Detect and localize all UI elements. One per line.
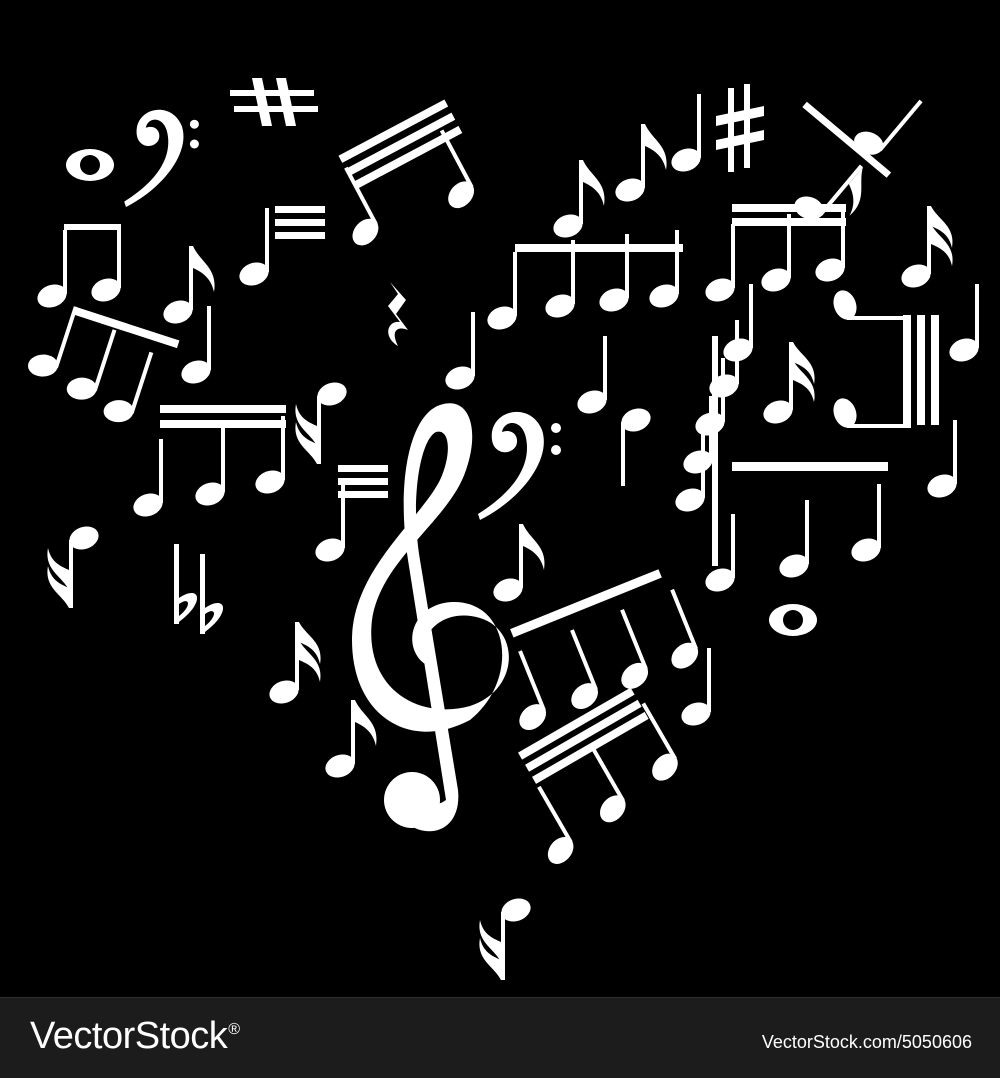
trademark-symbol: ® xyxy=(228,1021,240,1039)
whole-note-icon-2 xyxy=(769,604,817,636)
vectorstock-logo: VectorStock® xyxy=(30,1015,240,1058)
brand-name: VectorStock xyxy=(30,1015,228,1057)
attribution-text: VectorStock.com/5050606 xyxy=(761,1032,972,1052)
footer-bar: VectorStock® VectorStock.com/5050606 xyxy=(0,997,1000,1078)
music-heart-illustration xyxy=(0,0,1000,997)
whole-note-icon xyxy=(66,149,114,181)
